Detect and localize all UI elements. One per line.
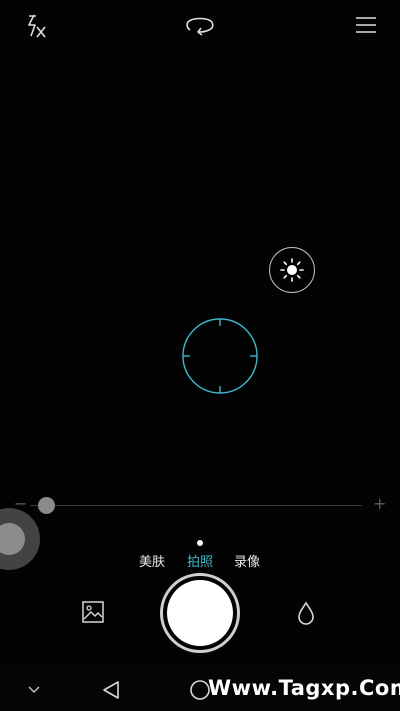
gallery-icon[interactable] (80, 599, 106, 625)
camera-screen: − + 美肤 拍照 录像 Www.Tagxp.Com (0, 0, 400, 711)
flash-auto-icon[interactable] (22, 12, 50, 40)
zoom-slider-track[interactable] (30, 505, 362, 506)
chevron-down-icon[interactable] (26, 682, 42, 698)
back-triangle-icon[interactable] (100, 679, 122, 701)
shutter-button-core (167, 580, 233, 646)
mode-selector: 美肤 拍照 录像 (0, 551, 400, 571)
mode-beauty[interactable]: 美肤 (139, 551, 165, 570)
water-drop-icon[interactable] (295, 600, 317, 626)
watermark-text: Www.Tagxp.Com (208, 676, 400, 700)
zoom-slider-thumb[interactable] (38, 497, 56, 514)
sun-icon (280, 258, 304, 282)
mode-photo[interactable]: 拍照 (187, 551, 213, 570)
exposure-button[interactable] (269, 247, 315, 293)
mode-indicator-dot (197, 540, 203, 546)
shutter-button[interactable] (160, 573, 240, 653)
zoom-plus-label[interactable]: + (373, 496, 386, 512)
focus-ring-icon (181, 317, 259, 395)
menu-icon[interactable] (353, 12, 379, 38)
mode-video[interactable]: 录像 (234, 551, 260, 570)
switch-camera-icon[interactable] (183, 12, 217, 40)
